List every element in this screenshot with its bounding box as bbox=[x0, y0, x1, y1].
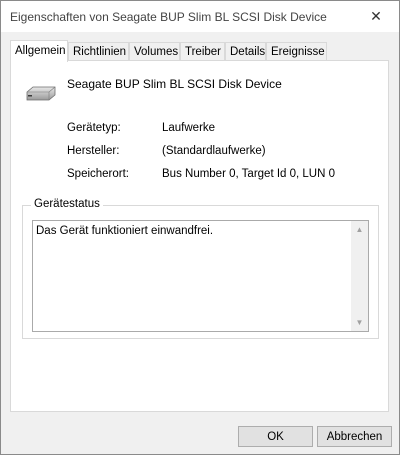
device-status-textbox[interactable]: Das Gerät funktioniert einwandfrei. ▲ ▼ bbox=[32, 220, 369, 332]
location-label: Speicherort: bbox=[67, 168, 130, 180]
manufacturer-value: (Standardlaufwerke) bbox=[162, 145, 266, 157]
properties-dialog: Eigenschaften von Seagate BUP Slim BL SC… bbox=[0, 0, 400, 455]
tab-allgemein[interactable]: Allgemein bbox=[10, 40, 68, 62]
tab-details[interactable]: Details bbox=[225, 42, 266, 60]
cancel-button[interactable]: Abbrechen bbox=[317, 426, 392, 447]
device-type-value: Laufwerke bbox=[162, 122, 216, 134]
title-bar: Eigenschaften von Seagate BUP Slim BL SC… bbox=[1, 1, 399, 32]
tab-volumes[interactable]: Volumes bbox=[129, 42, 180, 60]
disk-drive-icon bbox=[26, 86, 56, 101]
tab-panel-allgemein: Seagate BUP Slim BL SCSI Disk Device Ger… bbox=[10, 60, 389, 412]
manufacturer-label: Hersteller: bbox=[67, 145, 120, 157]
device-type-label: Gerätetyp: bbox=[67, 122, 121, 134]
device-status-title: Gerätestatus bbox=[31, 198, 103, 210]
device-status-text: Das Gerät funktioniert einwandfrei. bbox=[36, 225, 214, 237]
close-button[interactable]: ✕ bbox=[353, 1, 399, 32]
location-value: Bus Number 0, Target Id 0, LUN 0 bbox=[162, 168, 336, 180]
scroll-down-icon[interactable]: ▼ bbox=[351, 314, 368, 331]
device-status-group: Gerätestatus Das Gerät funktioniert einw… bbox=[22, 198, 379, 339]
tab-richtlinien[interactable]: Richtlinien bbox=[68, 42, 129, 60]
close-icon: ✕ bbox=[370, 8, 382, 24]
device-name: Seagate BUP Slim BL SCSI Disk Device bbox=[67, 77, 282, 91]
tab-treiber[interactable]: Treiber bbox=[180, 42, 225, 60]
tab-ereignisse[interactable]: Ereignisse bbox=[266, 42, 327, 60]
status-scrollbar[interactable]: ▲ ▼ bbox=[351, 221, 368, 331]
ok-button[interactable]: OK bbox=[238, 426, 313, 447]
scroll-up-icon[interactable]: ▲ bbox=[351, 221, 368, 238]
window-title: Eigenschaften von Seagate BUP Slim BL SC… bbox=[10, 10, 327, 24]
